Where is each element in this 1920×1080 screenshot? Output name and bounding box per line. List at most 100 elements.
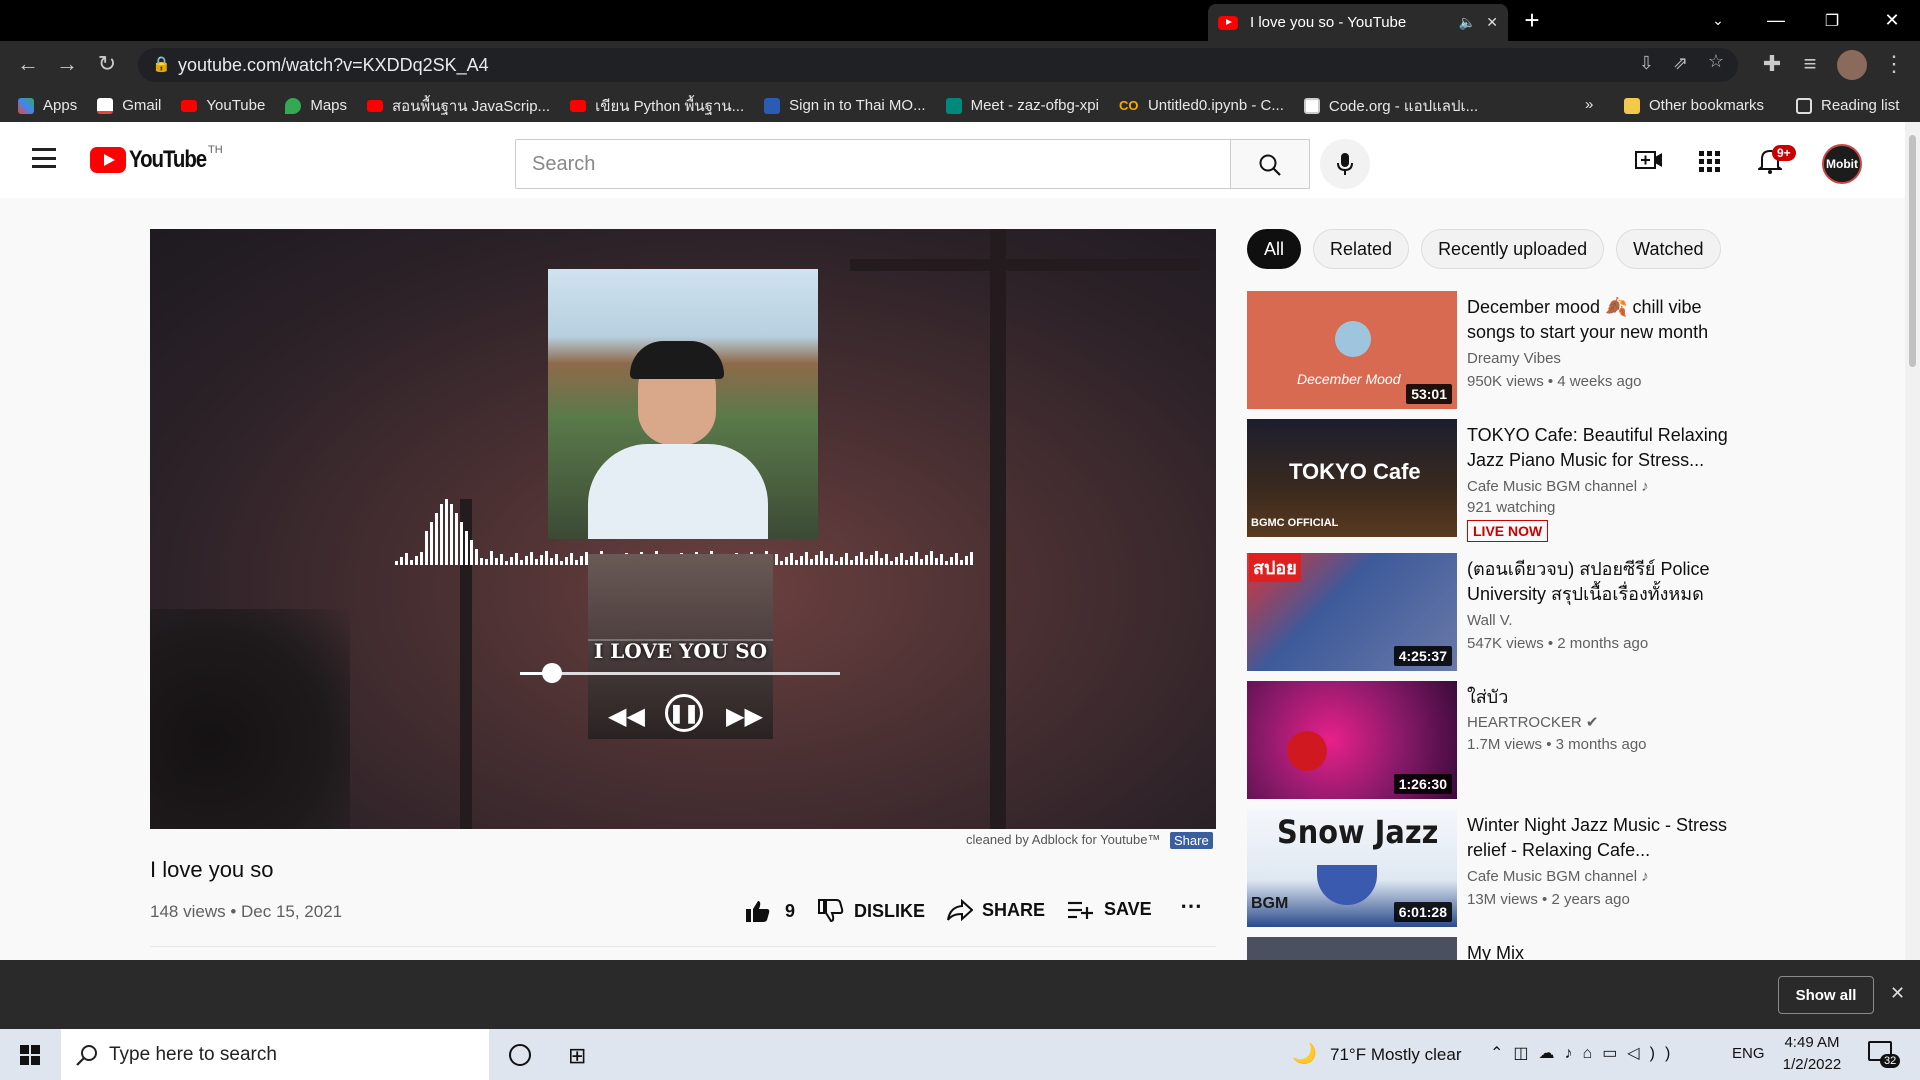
pause-icon[interactable]: ❚❚ (665, 694, 703, 732)
video-player[interactable]: I LOVE YOU SO ◀◀ ❚❚ ▶▶ (150, 229, 1216, 829)
address-bar[interactable]: 🔒 youtube.com/watch?v=KXDDq2SK_A4 ⇩ ⇗ ☆ (138, 48, 1738, 82)
new-tab-button[interactable]: + (1504, 0, 1560, 41)
dislike-button[interactable]: DISLIKE (818, 899, 925, 923)
overlay-progress-knob[interactable] (542, 663, 562, 683)
browser-tab[interactable]: I love you so - YouTube 🔈 ✕ (1208, 4, 1508, 41)
search-input[interactable]: Search (515, 139, 1231, 189)
scrollbar-thumb[interactable] (1909, 135, 1916, 367)
channel-name[interactable]: Wall V. (1467, 612, 1513, 629)
create-video-icon[interactable] (1635, 149, 1663, 171)
waveform-bar (810, 559, 813, 565)
share-button[interactable]: SHARE (947, 899, 1045, 921)
channel-name[interactable]: Dreamy Vibes (1467, 350, 1561, 367)
youtube-logo[interactable]: YouTube (90, 146, 220, 174)
bookmarks-overflow-button[interactable]: » (1585, 96, 1593, 113)
recommendation-item[interactable]: Snow Jazz BGM 6:01:28 Winter Night Jazz … (1247, 809, 1887, 927)
bookmark-gmail[interactable]: Gmail (97, 97, 161, 114)
video-thumbnail[interactable]: TOKYO Cafe BGMC OFFICIAL (1247, 419, 1457, 537)
weather-text[interactable]: 71°F Mostly clear (1330, 1045, 1462, 1065)
close-downloads-icon[interactable]: ✕ (1890, 983, 1905, 1004)
waveform-bar (445, 499, 448, 565)
clock-time[interactable]: 4:49 AM (1782, 1034, 1842, 1051)
reading-list[interactable]: Reading list (1796, 97, 1899, 114)
folder-icon (1624, 97, 1640, 114)
clock-date[interactable]: 1/2/2022 (1777, 1056, 1847, 1073)
video-title[interactable]: Winter Night Jazz Music - Stress relief … (1467, 813, 1729, 863)
install-icon[interactable]: ⇩ (1639, 53, 1654, 74)
media-icon[interactable]: ≡ (1796, 51, 1824, 77)
profile-avatar[interactable] (1837, 50, 1867, 80)
show-all-downloads-button[interactable]: Show all (1778, 976, 1874, 1014)
taskbar-search-input[interactable]: Type here to search (61, 1029, 489, 1080)
channel-name[interactable]: Cafe Music BGM channel ♪ (1467, 478, 1649, 495)
recommendation-item[interactable]: สปอย 4:25:37 (ตอนเดียวจบ) สปอยซีรีย์ Pol… (1247, 553, 1887, 671)
recommendation-item[interactable]: December Mood 53:01 December mood 🍂 chil… (1247, 291, 1887, 409)
bookmark-python[interactable]: เขียน Python พื้นฐาน... (570, 94, 744, 118)
maximize-button[interactable]: ❐ (1804, 0, 1860, 41)
video-title[interactable]: My Mix (1467, 941, 1729, 960)
bookmark-meet[interactable]: Meet - zaz-ofbg-xpi (945, 97, 1099, 114)
video-title[interactable]: ใส่บัว (1467, 685, 1729, 710)
reload-icon[interactable]: ↻ (93, 51, 121, 77)
apps-grid-icon[interactable] (1699, 151, 1721, 173)
bookmark-thai-mooc[interactable]: Sign in to Thai MO... (764, 97, 926, 114)
system-tray-icons[interactable]: ⌃◫☁♪⌂▭◁)) (1490, 1043, 1680, 1063)
cortana-icon[interactable] (509, 1044, 531, 1066)
like-button[interactable]: 9 (745, 899, 795, 923)
close-tab-icon[interactable]: ✕ (1486, 14, 1498, 31)
back-icon[interactable]: ← (14, 51, 42, 77)
chip-watched[interactable]: Watched (1616, 229, 1721, 269)
save-button[interactable]: SAVE (1068, 899, 1152, 920)
video-thumbnail[interactable] (1247, 937, 1457, 960)
video-title[interactable]: (ตอนเดียวจบ) สปอยซีรีย์ Police Universit… (1467, 557, 1729, 607)
language-indicator[interactable]: ENG (1732, 1045, 1765, 1062)
waveform-bar (560, 561, 563, 565)
minimize-button[interactable]: — (1748, 0, 1804, 41)
video-thumbnail[interactable]: December Mood 53:01 (1247, 291, 1457, 409)
adblock-share-button[interactable]: Share (1170, 832, 1213, 849)
rewind-icon[interactable]: ◀◀ (608, 702, 645, 731)
bookmark-javascript[interactable]: สอนพื้นฐาน JavaScrip... (367, 94, 550, 118)
other-bookmarks[interactable]: Other bookmarks (1624, 97, 1764, 114)
windows-start-icon[interactable] (20, 1045, 40, 1065)
bookmark-colab[interactable]: CO Untitled0.ipynb - C... (1119, 97, 1284, 114)
recommendation-item[interactable]: 1:26:30 ใส่บัว HEARTROCKER ✔ 1.7M views … (1247, 681, 1887, 799)
browser-tab-strip: I love you so - YouTube 🔈 ✕ + ⌄ — ❐ ✕ (0, 0, 1920, 41)
close-window-button[interactable]: ✕ (1864, 0, 1920, 41)
account-avatar[interactable]: Mobit (1822, 144, 1862, 184)
video-title[interactable]: TOKYO Cafe: Beautiful Relaxing Jazz Pian… (1467, 423, 1729, 473)
more-actions-icon[interactable]: ⋯ (1180, 893, 1202, 919)
chip-all[interactable]: All (1247, 229, 1302, 269)
voice-search-button[interactable] (1320, 139, 1370, 189)
task-view-icon[interactable]: ⊞ (568, 1043, 586, 1069)
extensions-icon[interactable]: ✚ (1758, 51, 1786, 77)
video-thumbnail[interactable]: Snow Jazz BGM 6:01:28 (1247, 809, 1457, 927)
chip-related[interactable]: Related (1313, 229, 1410, 269)
waveform-bar (935, 558, 938, 565)
speaker-icon[interactable]: 🔈 (1459, 14, 1476, 31)
search-button[interactable] (1230, 139, 1310, 189)
recommendation-item[interactable]: TOKYO Cafe BGMC OFFICIAL TOKYO Cafe: Bea… (1247, 419, 1887, 542)
share-page-icon[interactable]: ⇗ (1673, 53, 1688, 74)
video-thumbnail[interactable]: สปอย 4:25:37 (1247, 553, 1457, 671)
channel-name[interactable]: HEARTROCKER ✔ (1467, 713, 1598, 731)
tab-search-icon[interactable]: ⌄ (1690, 0, 1746, 41)
bookmark-star-icon[interactable]: ☆ (1708, 51, 1724, 72)
overlay-progress-track[interactable] (520, 672, 840, 675)
bookmark-apps[interactable]: Apps (18, 97, 77, 114)
hamburger-menu-icon[interactable] (32, 148, 56, 168)
menu-icon[interactable]: ⋮ (1880, 51, 1908, 77)
waveform-bar (540, 555, 543, 565)
bookmark-code-org[interactable]: Code.org - แอปแลปเ... (1303, 94, 1478, 118)
waveform-bar (890, 561, 893, 565)
waveform-bar (500, 554, 503, 565)
video-thumbnail[interactable]: 1:26:30 (1247, 681, 1457, 799)
bookmark-maps[interactable]: Maps (285, 97, 347, 114)
forward-icon[interactable]: → (53, 51, 81, 77)
video-title[interactable]: December mood 🍂 chill vibe songs to star… (1467, 295, 1729, 345)
channel-name[interactable]: Cafe Music BGM channel ♪ (1467, 868, 1649, 885)
chip-recently-uploaded[interactable]: Recently uploaded (1421, 229, 1605, 269)
bookmark-youtube[interactable]: YouTube (181, 97, 265, 114)
recommendation-item[interactable]: My Mix (1247, 937, 1887, 960)
fast-forward-icon[interactable]: ▶▶ (726, 702, 763, 731)
